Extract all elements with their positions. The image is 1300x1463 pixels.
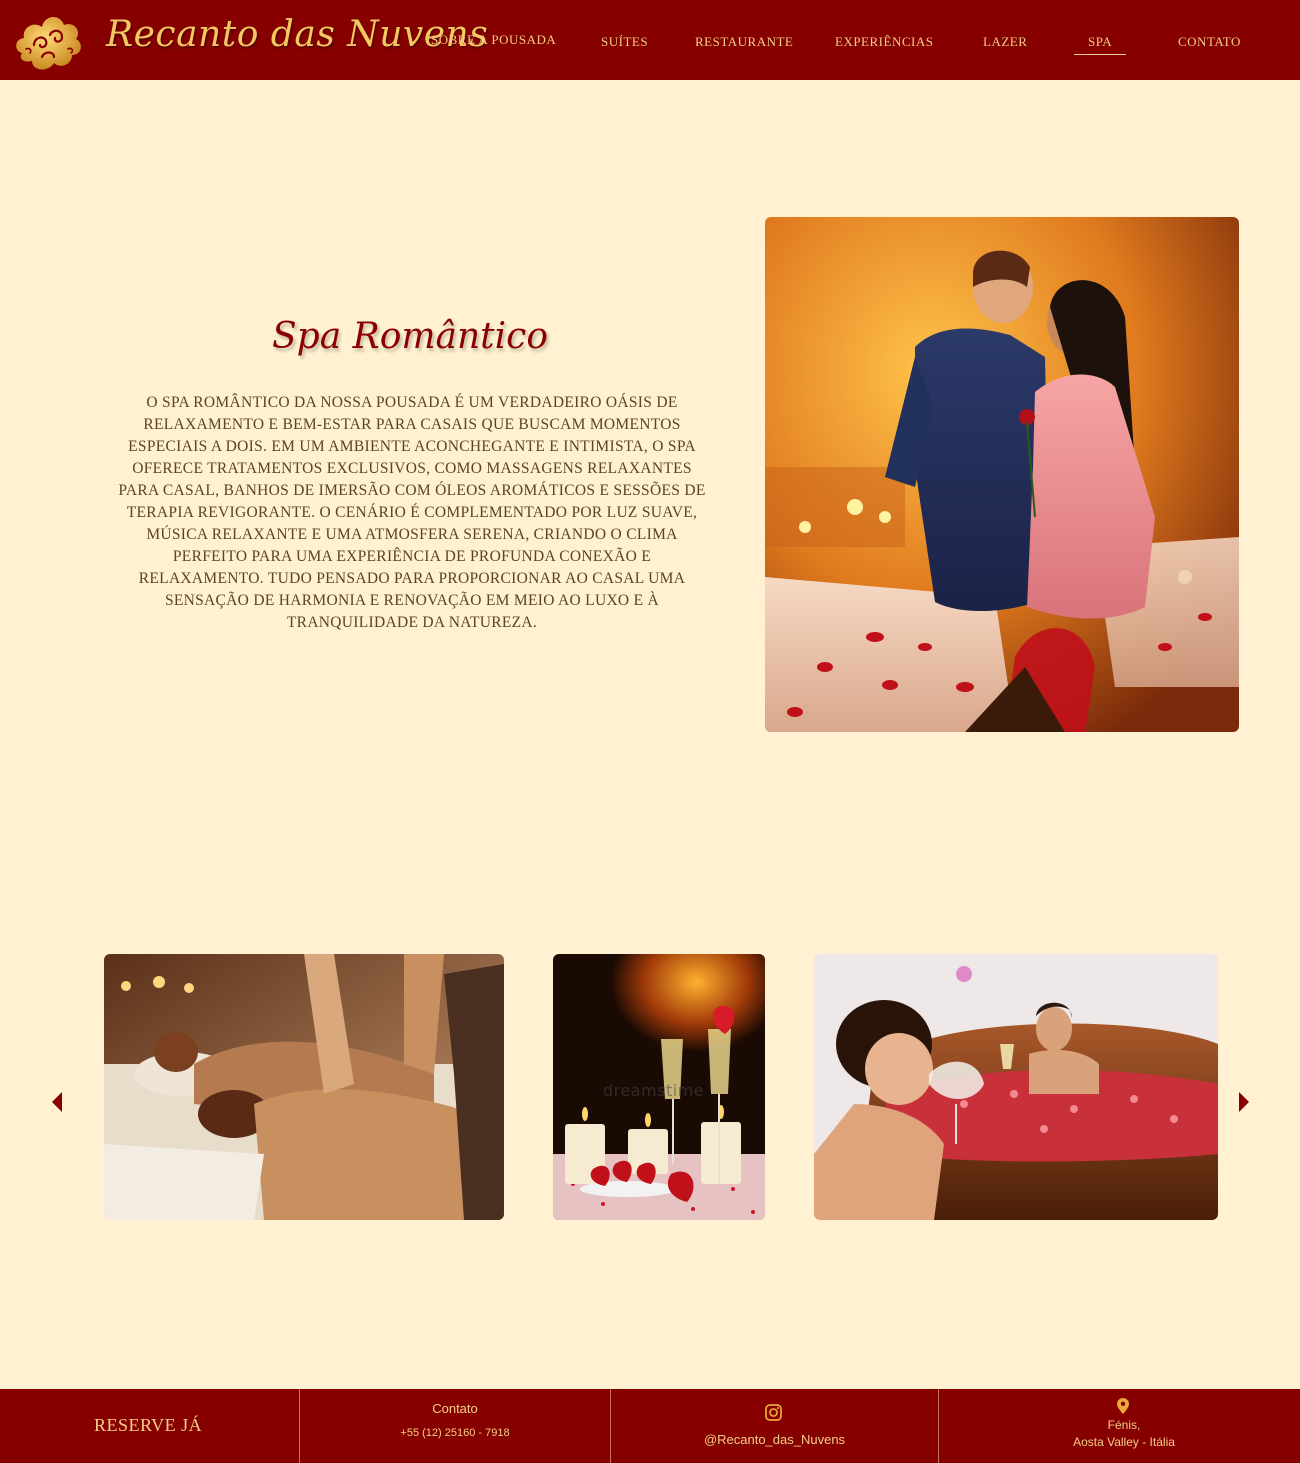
contact-phone[interactable]: +55 (12) 25160 - 7918 (300, 1427, 610, 1439)
cloud-logo-icon[interactable] (12, 5, 84, 75)
instagram-handle[interactable]: @Recanto_das_Nuvens (611, 1432, 938, 1447)
page-title: Spa Romântico (272, 316, 548, 357)
nav-sobre-a-pousada[interactable]: SOBRE A POUSADA (431, 32, 556, 48)
instagram-icon[interactable] (764, 1403, 783, 1422)
contact-title: Contato (432, 1401, 478, 1416)
intro-paragraph: O spa romântico da nossa pousada é um ve… (118, 394, 706, 631)
nav-restaurante[interactable]: RESTAURANTE (695, 34, 793, 50)
carousel-next-arrow-icon[interactable] (1237, 1090, 1251, 1114)
gallery-photo-bath[interactable] (814, 954, 1218, 1220)
nav-active-indicator (1074, 54, 1126, 55)
site-footer: RESERVE JÁ Contato +55 (12) 25160 - 7918… (0, 1389, 1300, 1463)
nav-suites[interactable]: SUÍTES (601, 34, 648, 50)
site-header: Recanto das Nuvens SOBRE A POUSADA SUÍTE… (0, 0, 1300, 80)
nav-spa[interactable]: SPA (1088, 34, 1112, 50)
gallery-photo-champagne[interactable]: dreamstime (553, 954, 765, 1220)
hero-couple-photo (765, 217, 1239, 732)
nav-contato[interactable]: CONTATO (1178, 34, 1241, 50)
reserve-button[interactable]: RESERVE JÁ (94, 1415, 202, 1436)
location-pin-icon (1117, 1398, 1129, 1414)
image-watermark: dreamstime (603, 1081, 704, 1100)
gallery-photo-massage[interactable] (104, 954, 504, 1220)
nav-experiencias[interactable]: EXPERIÊNCIAS (835, 34, 933, 50)
location-region: Aosta Valley - Itália (1073, 1435, 1175, 1449)
footer-divider (610, 1389, 611, 1463)
location-city: Fénis, (1107, 1418, 1141, 1432)
nav-lazer[interactable]: LAZER (983, 34, 1027, 50)
carousel-prev-arrow-icon[interactable] (50, 1090, 64, 1114)
